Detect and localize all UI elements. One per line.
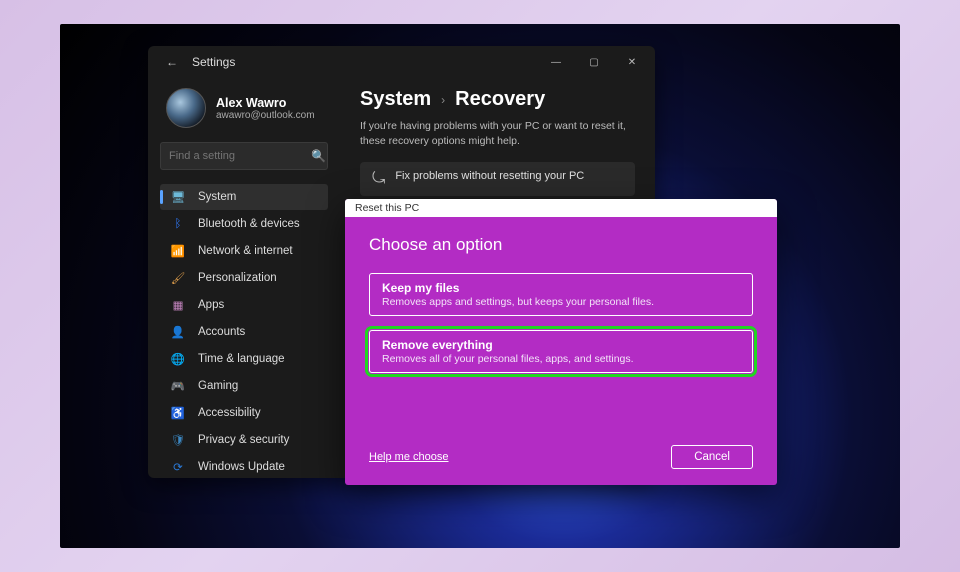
paintbrush-icon: 🖌 <box>170 271 186 285</box>
nav-label: Network & internet <box>198 245 293 257</box>
close-button[interactable]: ✕ <box>613 46 651 78</box>
apps-icon: ▦ <box>170 298 186 312</box>
back-button[interactable]: ← <box>160 51 184 73</box>
nav-label: Privacy & security <box>198 434 289 446</box>
avatar <box>166 88 206 128</box>
app-title: Settings <box>184 55 235 69</box>
nav: 🖥 System ᛒ Bluetooth & devices 📶 Network… <box>160 184 328 478</box>
dialog-titlebar: Reset this PC <box>345 199 777 217</box>
search-icon: 🔍 <box>311 149 326 163</box>
option-keep-my-files[interactable]: Keep my files Removes apps and settings,… <box>369 273 753 316</box>
nav-label: Accessibility <box>198 407 261 419</box>
chevron-right-icon: › <box>441 93 445 107</box>
breadcrumb-leaf: Recovery <box>455 88 545 111</box>
monitor-icon: 🖥 <box>170 190 186 204</box>
nav-label: Accounts <box>198 326 245 338</box>
nav-item-accessibility[interactable]: ♿ Accessibility <box>160 400 328 426</box>
nav-item-accounts[interactable]: 👤 Accounts <box>160 319 328 345</box>
nav-label: Windows Update <box>198 461 285 473</box>
maximize-button[interactable]: ▢ <box>575 46 613 78</box>
nav-item-privacy[interactable]: 🛡 Privacy & security <box>160 427 328 453</box>
nav-label: Personalization <box>198 272 277 284</box>
desktop-wallpaper: ← Settings — ▢ ✕ Alex Wawro awawro@outlo… <box>60 24 900 548</box>
minimize-button[interactable]: — <box>537 46 575 78</box>
nav-item-personalization[interactable]: 🖌 Personalization <box>160 265 328 291</box>
bluetooth-icon: ᛒ <box>170 218 186 230</box>
person-icon: 👤 <box>170 325 186 339</box>
search-input[interactable] <box>169 150 311 162</box>
nav-label: Apps <box>198 299 224 311</box>
user-email: awawro@outlook.com <box>216 110 315 121</box>
recovery-card[interactable]: ⤿ Fix problems without resetting your PC <box>360 162 635 196</box>
option-remove-everything[interactable]: Remove everything Removes all of your pe… <box>369 330 753 373</box>
page-description: If you're having problems with your PC o… <box>360 119 635 148</box>
account-block[interactable]: Alex Wawro awawro@outlook.com <box>160 78 328 142</box>
help-me-choose-link[interactable]: Help me choose <box>369 451 449 463</box>
option-title: Remove everything <box>382 338 740 352</box>
wifi-icon: 📶 <box>170 244 186 258</box>
window-controls: — ▢ ✕ <box>537 46 651 78</box>
nav-item-update[interactable]: ⟳ Windows Update <box>160 454 328 478</box>
nav-label: Bluetooth & devices <box>198 218 300 230</box>
window-titlebar: ← Settings — ▢ ✕ <box>148 46 655 78</box>
reset-pc-dialog: Reset this PC Choose an option Keep my f… <box>345 199 777 485</box>
nav-label: Gaming <box>198 380 238 392</box>
option-subtitle: Removes apps and settings, but keeps you… <box>382 296 740 308</box>
nav-item-time[interactable]: 🌐 Time & language <box>160 346 328 372</box>
breadcrumb: System › Recovery <box>360 88 635 111</box>
gamepad-icon: 🎮 <box>170 379 186 393</box>
update-icon: ⟳ <box>170 460 186 474</box>
nav-item-network[interactable]: 📶 Network & internet <box>160 238 328 264</box>
nav-item-system[interactable]: 🖥 System <box>160 184 328 210</box>
sidebar: Alex Wawro awawro@outlook.com 🔍 🖥 System… <box>148 78 340 478</box>
nav-item-bluetooth[interactable]: ᛒ Bluetooth & devices <box>160 211 328 237</box>
accessibility-icon: ♿ <box>170 406 186 420</box>
cancel-button[interactable]: Cancel <box>671 445 753 469</box>
card-title: Fix problems without resetting your PC <box>395 170 584 182</box>
nav-label: System <box>198 191 236 203</box>
nav-label: Time & language <box>198 353 285 365</box>
nav-item-gaming[interactable]: 🎮 Gaming <box>160 373 328 399</box>
search-box[interactable]: 🔍 <box>160 142 328 170</box>
option-subtitle: Removes all of your personal files, apps… <box>382 353 740 365</box>
option-title: Keep my files <box>382 281 740 295</box>
wrench-icon: ⤿ <box>372 170 385 188</box>
nav-item-apps[interactable]: ▦ Apps <box>160 292 328 318</box>
dialog-heading: Choose an option <box>369 235 753 255</box>
user-name: Alex Wawro <box>216 96 315 110</box>
breadcrumb-root[interactable]: System <box>360 88 431 111</box>
globe-icon: 🌐 <box>170 352 186 366</box>
shield-icon: 🛡 <box>170 433 186 447</box>
